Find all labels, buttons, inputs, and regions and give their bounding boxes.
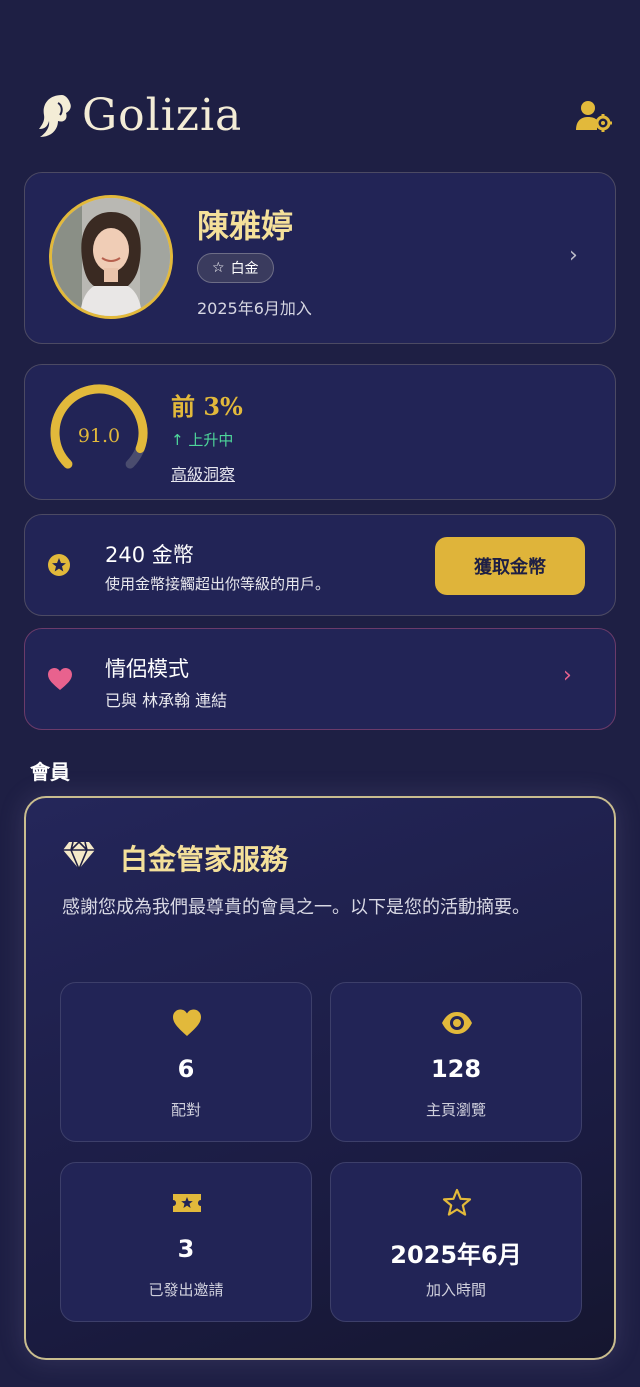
score-value: 91.0 (78, 425, 120, 447)
section-label-membership: 會員 (30, 760, 70, 784)
stat-join-time: 2025年6月 加入時間 (330, 1162, 582, 1322)
stat-value: 128 (430, 1055, 482, 1083)
brand-logo: Golizia (36, 90, 242, 141)
heart-icon (48, 668, 72, 690)
score-gauge: 91.0 (50, 384, 148, 469)
stat-value: 6 (177, 1055, 195, 1083)
membership-card: 白金管家服務 感謝您成為我們最尊貴的會員之一。以下是您的活動摘要。 6 配對 1… (24, 796, 616, 1360)
stat-invites-sent: 3 已發出邀請 (60, 1162, 312, 1322)
ticket-icon (173, 1194, 201, 1212)
ranking-card: 91.0 前 3% ↑ 上升中 高級洞察 (24, 364, 616, 500)
avatar (49, 195, 173, 319)
coin-description: 使用金幣接觸超出你等級的用戶。 (105, 575, 331, 593)
profile-name: 陳雅婷 (197, 207, 294, 245)
brand-name: Golizia (82, 90, 243, 141)
get-coins-button[interactable]: 獲取金幣 (435, 537, 585, 595)
couple-mode-title: 情侶模式 (105, 657, 189, 681)
chevron-right-icon: › (569, 243, 578, 268)
trend-indicator: ↑ 上升中 (171, 429, 233, 450)
logo-icon (39, 94, 71, 137)
join-date: 2025年6月加入 (197, 299, 312, 318)
membership-title: 白金管家服務 (120, 843, 289, 876)
stat-profile-views: 128 主頁瀏覽 (330, 982, 582, 1142)
diamond-icon (63, 840, 95, 870)
arrow-up-icon: ↑ (171, 431, 184, 449)
tier-badge: ☆ 白金 (197, 253, 274, 283)
membership-description: 感謝您成為我們最尊貴的會員之一。以下是您的活動摘要。 (62, 897, 530, 918)
eye-icon (442, 1012, 472, 1034)
account-settings-button[interactable] (574, 98, 614, 134)
stat-matches: 6 配對 (60, 982, 312, 1142)
trend-label: 上升中 (188, 431, 234, 449)
profile-card[interactable]: 陳雅婷 ☆ 白金 2025年6月加入 › (24, 172, 616, 344)
stat-label: 已發出邀請 (148, 1281, 224, 1299)
coins-card: 240 金幣 使用金幣接觸超出你等級的用戶。 獲取金幣 (24, 514, 616, 616)
couple-mode-card[interactable]: 情侶模式 已與 林承翰 連結 › (24, 628, 616, 730)
tier-label: 白金 (230, 261, 259, 277)
stat-value: 2025年6月 (390, 1241, 522, 1269)
coin-icon (48, 554, 70, 576)
percentile-text: 前 3% (171, 392, 243, 421)
user-gear-icon (576, 101, 612, 132)
coin-balance: 240 金幣 (105, 543, 194, 567)
stat-label: 配對 (170, 1101, 201, 1119)
stat-label: 主頁瀏覽 (425, 1101, 486, 1119)
stat-label: 加入時間 (425, 1281, 486, 1299)
app-header: Golizia (0, 84, 640, 148)
heart-icon (173, 1009, 201, 1036)
star-icon (442, 1188, 472, 1216)
star-outline-icon: ☆ (212, 260, 225, 276)
avatar-photo (52, 198, 170, 316)
insights-link[interactable]: 高級洞察 (171, 461, 235, 485)
couple-mode-description: 已與 林承翰 連結 (105, 691, 228, 710)
chevron-right-icon: › (563, 663, 572, 688)
stat-value: 3 (177, 1235, 195, 1263)
